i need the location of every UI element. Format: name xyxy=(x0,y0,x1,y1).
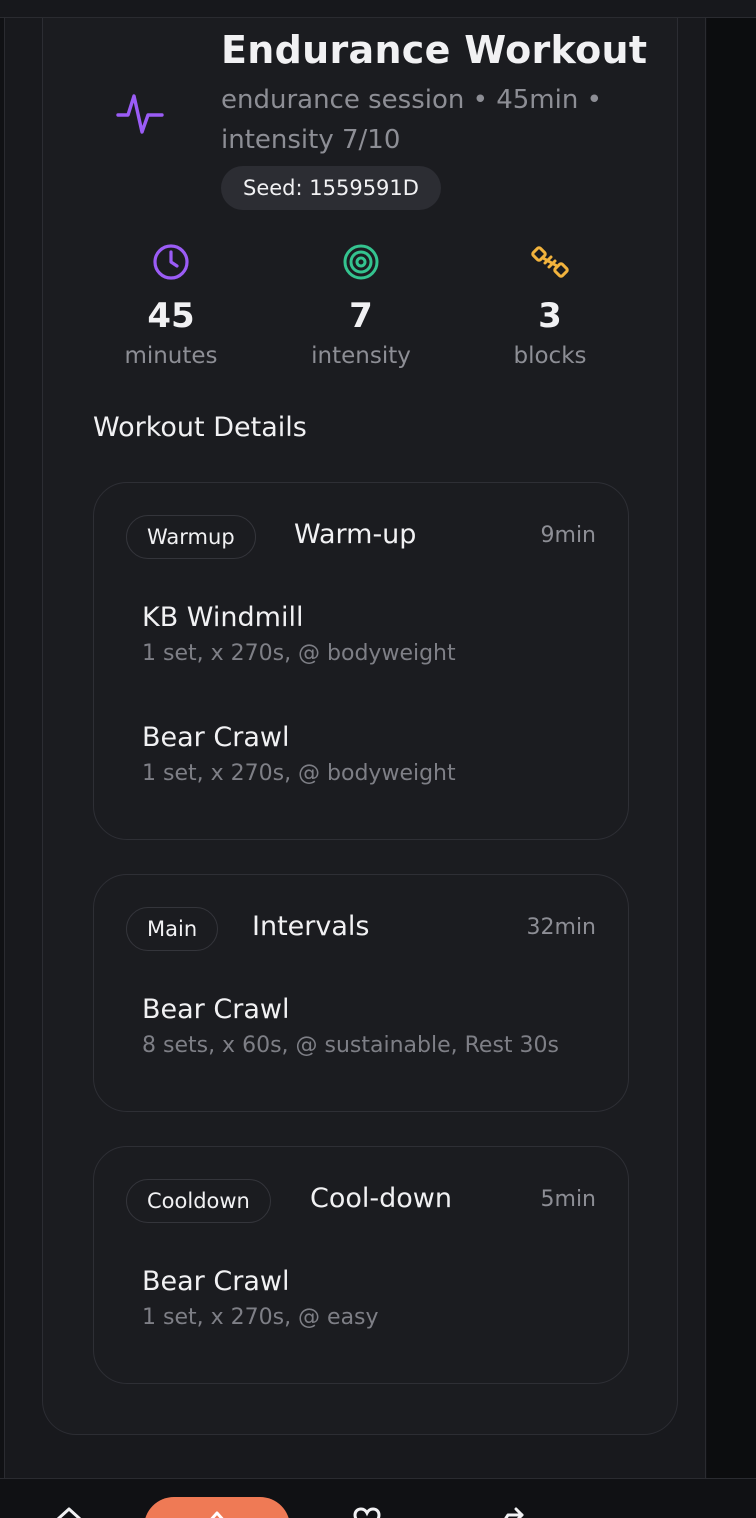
block-duration: 9min xyxy=(540,523,596,548)
workout-title: Endurance Workout xyxy=(221,28,648,72)
exercise-name: Bear Crawl xyxy=(142,994,290,1025)
workout-subtitle: endurance session • 45min • intensity 7/… xyxy=(221,85,602,155)
stat-blocks-value: 3 xyxy=(538,296,562,336)
stat-minutes-value: 45 xyxy=(147,296,195,336)
nav-workout-active[interactable] xyxy=(144,1497,290,1518)
exercise-item[interactable]: Bear Crawl 1 set, x 270s, @ bodyweight xyxy=(142,721,456,791)
exercise-name: Bear Crawl xyxy=(142,1266,290,1297)
workout-icon xyxy=(210,1511,224,1518)
stat-intensity-value: 7 xyxy=(349,296,373,336)
stat-blocks: 3 blocks xyxy=(475,242,625,372)
exercise-item[interactable]: Bear Crawl 1 set, x 270s, @ easy xyxy=(142,1265,379,1335)
dumbbell-icon xyxy=(531,246,569,278)
block-name: Warm-up xyxy=(294,519,417,550)
block-cooldown[interactable]: Cooldown Cool-down 5min Bear Crawl 1 set… xyxy=(93,1146,629,1384)
seed-badge[interactable]: Seed: 1559591D xyxy=(221,166,441,210)
exercise-name: Bear Crawl xyxy=(142,722,290,753)
content-panel: Endurance Workout endurance session • 45… xyxy=(4,18,706,1478)
clock-icon xyxy=(153,244,189,280)
block-duration: 5min xyxy=(540,1187,596,1212)
app-root: Endurance Workout endurance session • 45… xyxy=(0,0,756,1518)
stat-blocks-label: blocks xyxy=(513,343,587,369)
block-tag: Main xyxy=(126,907,219,951)
exercise-detail: 8 sets, x 60s, @ sustainable, Rest 30s xyxy=(142,1033,559,1058)
bottom-nav xyxy=(0,1478,756,1518)
activity-pulse-icon xyxy=(116,94,164,134)
right-gutter xyxy=(707,18,756,1478)
stat-intensity: 7 intensity xyxy=(286,242,436,372)
block-name: Intervals xyxy=(252,911,370,942)
workout-card: Endurance Workout endurance session • 45… xyxy=(42,18,678,1435)
block-main[interactable]: Main Intervals 32min Bear Crawl 8 sets, … xyxy=(93,874,629,1112)
target-icon xyxy=(343,244,379,280)
exercise-item[interactable]: KB Windmill 1 set, x 270s, @ bodyweight xyxy=(142,601,456,671)
exercise-detail: 1 set, x 270s, @ easy xyxy=(142,1305,379,1330)
exercise-name: KB Windmill xyxy=(142,602,304,633)
block-tag: Cooldown xyxy=(126,1179,271,1223)
heart-icon[interactable] xyxy=(352,1505,382,1518)
workout-details-heading: Workout Details xyxy=(93,412,307,443)
block-warmup[interactable]: Warmup Warm-up 9min KB Windmill 1 set, x… xyxy=(93,482,629,840)
exercise-item[interactable]: Bear Crawl 8 sets, x 60s, @ sustainable,… xyxy=(142,993,559,1063)
block-duration: 32min xyxy=(526,915,596,940)
exercise-detail: 1 set, x 270s, @ bodyweight xyxy=(142,761,456,786)
stat-intensity-label: intensity xyxy=(311,343,411,369)
stat-minutes-label: minutes xyxy=(124,343,218,369)
block-tag: Warmup xyxy=(126,515,256,559)
stat-minutes: 45 minutes xyxy=(96,242,246,372)
exercise-detail: 1 set, x 270s, @ bodyweight xyxy=(142,641,456,666)
share-icon[interactable] xyxy=(496,1505,526,1518)
block-name: Cool-down xyxy=(310,1183,452,1214)
home-icon[interactable] xyxy=(54,1505,84,1518)
top-bar xyxy=(0,0,756,18)
